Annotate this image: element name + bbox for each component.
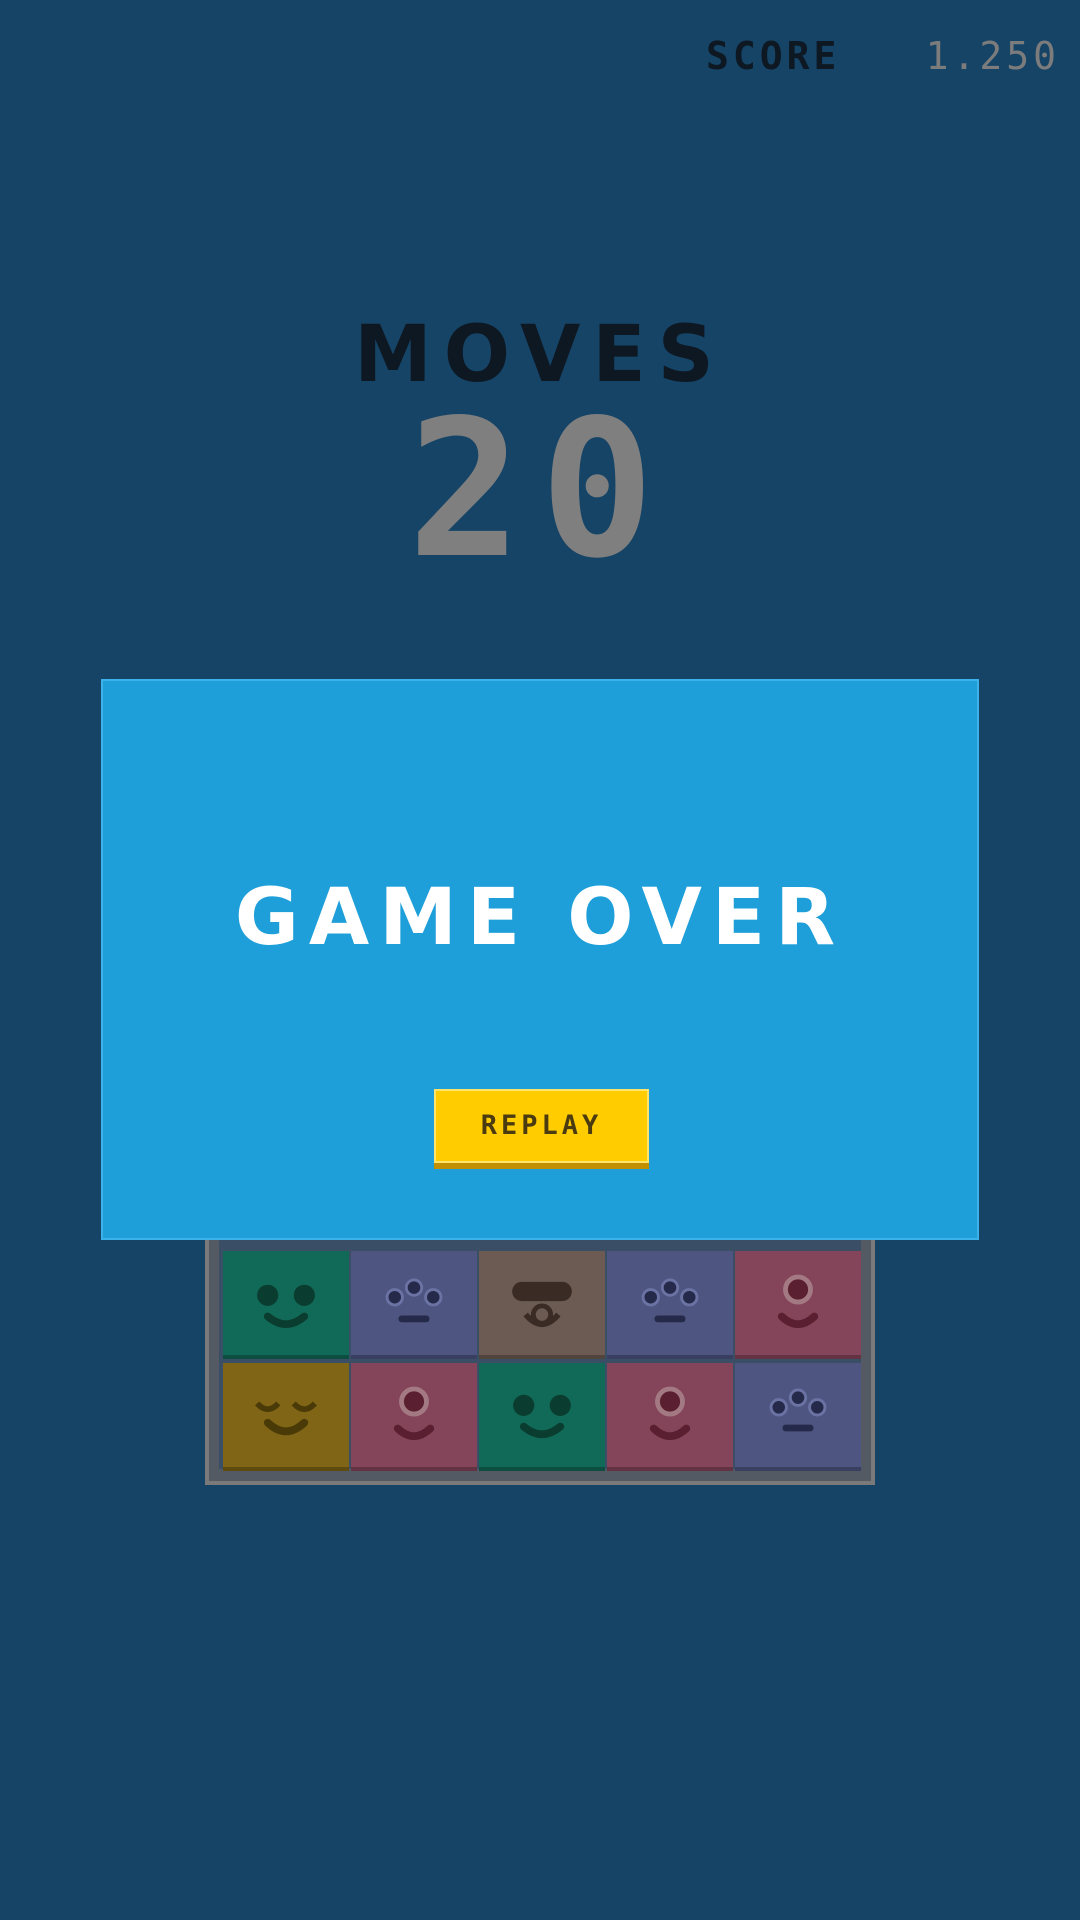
tile-yellow-sleepy[interactable] [223, 1363, 349, 1471]
tile-brown-visor[interactable] [479, 1251, 605, 1359]
score-value: 1.250 [925, 34, 1060, 78]
cyclops-face-icon [393, 1386, 435, 1441]
dots-face-icon [641, 1278, 699, 1323]
score-label: SCORE [706, 34, 841, 78]
tile-red-eye[interactable] [351, 1363, 477, 1471]
dots-face-icon [385, 1278, 443, 1323]
sleepy-face-icon [254, 1401, 318, 1436]
game-board [205, 1225, 875, 1485]
dots-face-icon [769, 1388, 827, 1432]
tile-purple-dots[interactable] [607, 1251, 733, 1359]
game-over-title: GAME OVER [234, 873, 846, 963]
smile-face-icon [257, 1284, 315, 1329]
cyclops-face-icon [777, 1274, 819, 1329]
tile-red-eye[interactable] [607, 1363, 733, 1471]
tile-green-smile[interactable] [479, 1363, 605, 1471]
tile-purple-dots[interactable] [351, 1251, 477, 1359]
visor-face-icon [512, 1281, 572, 1328]
tile-red-eye[interactable] [735, 1251, 861, 1359]
tile-purple-dots[interactable] [735, 1363, 861, 1471]
replay-button[interactable]: REPLAY [434, 1089, 649, 1163]
smile-face-icon [513, 1394, 571, 1439]
moves-counter: 20 [407, 379, 673, 600]
tile-green-smile[interactable] [223, 1251, 349, 1359]
cyclops-face-icon [649, 1386, 691, 1441]
game-over-overlay: GAME OVER REPLAY [101, 679, 979, 1240]
